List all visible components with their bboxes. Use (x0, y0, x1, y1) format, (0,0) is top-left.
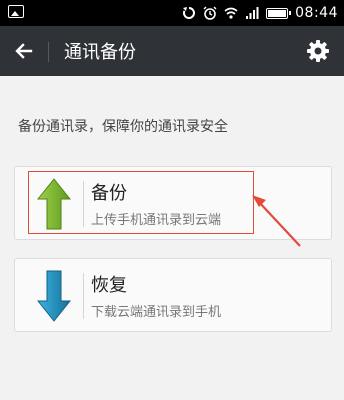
status-bar: 08:44 (0, 0, 344, 26)
back-arrow-icon (15, 43, 33, 59)
download-arrow-icon (37, 270, 71, 322)
backup-separator (83, 181, 84, 227)
restore-button[interactable]: 恢复 下载云端通讯录到手机 (14, 258, 332, 332)
backup-button[interactable]: 备份 上传手机通讯录到云端 (14, 166, 332, 240)
wifi-icon (224, 7, 238, 19)
image-notification-icon (8, 5, 24, 18)
signal-icon (246, 7, 259, 19)
page-title: 通讯备份 (64, 42, 136, 63)
gear-icon (307, 40, 329, 62)
status-time: 08:44 (295, 5, 338, 21)
restore-separator (83, 273, 84, 319)
backup-label: 备份 (91, 183, 127, 204)
backup-sublabel: 上传手机通讯录到云端 (91, 213, 222, 228)
upload-arrow-icon (37, 178, 71, 230)
page-description: 备份通讯录，保障你的通讯录安全 (18, 119, 228, 135)
app-bar: 通讯备份 (0, 26, 344, 76)
restore-label: 恢复 (91, 275, 127, 296)
settings-button[interactable] (304, 37, 332, 65)
restore-sublabel: 下载云端通讯录到手机 (91, 305, 222, 320)
battery-icon (266, 7, 292, 19)
back-button[interactable] (8, 36, 40, 66)
alarm-icon (203, 6, 217, 20)
sync-icon (183, 7, 196, 19)
app-bar-divider (48, 42, 49, 62)
